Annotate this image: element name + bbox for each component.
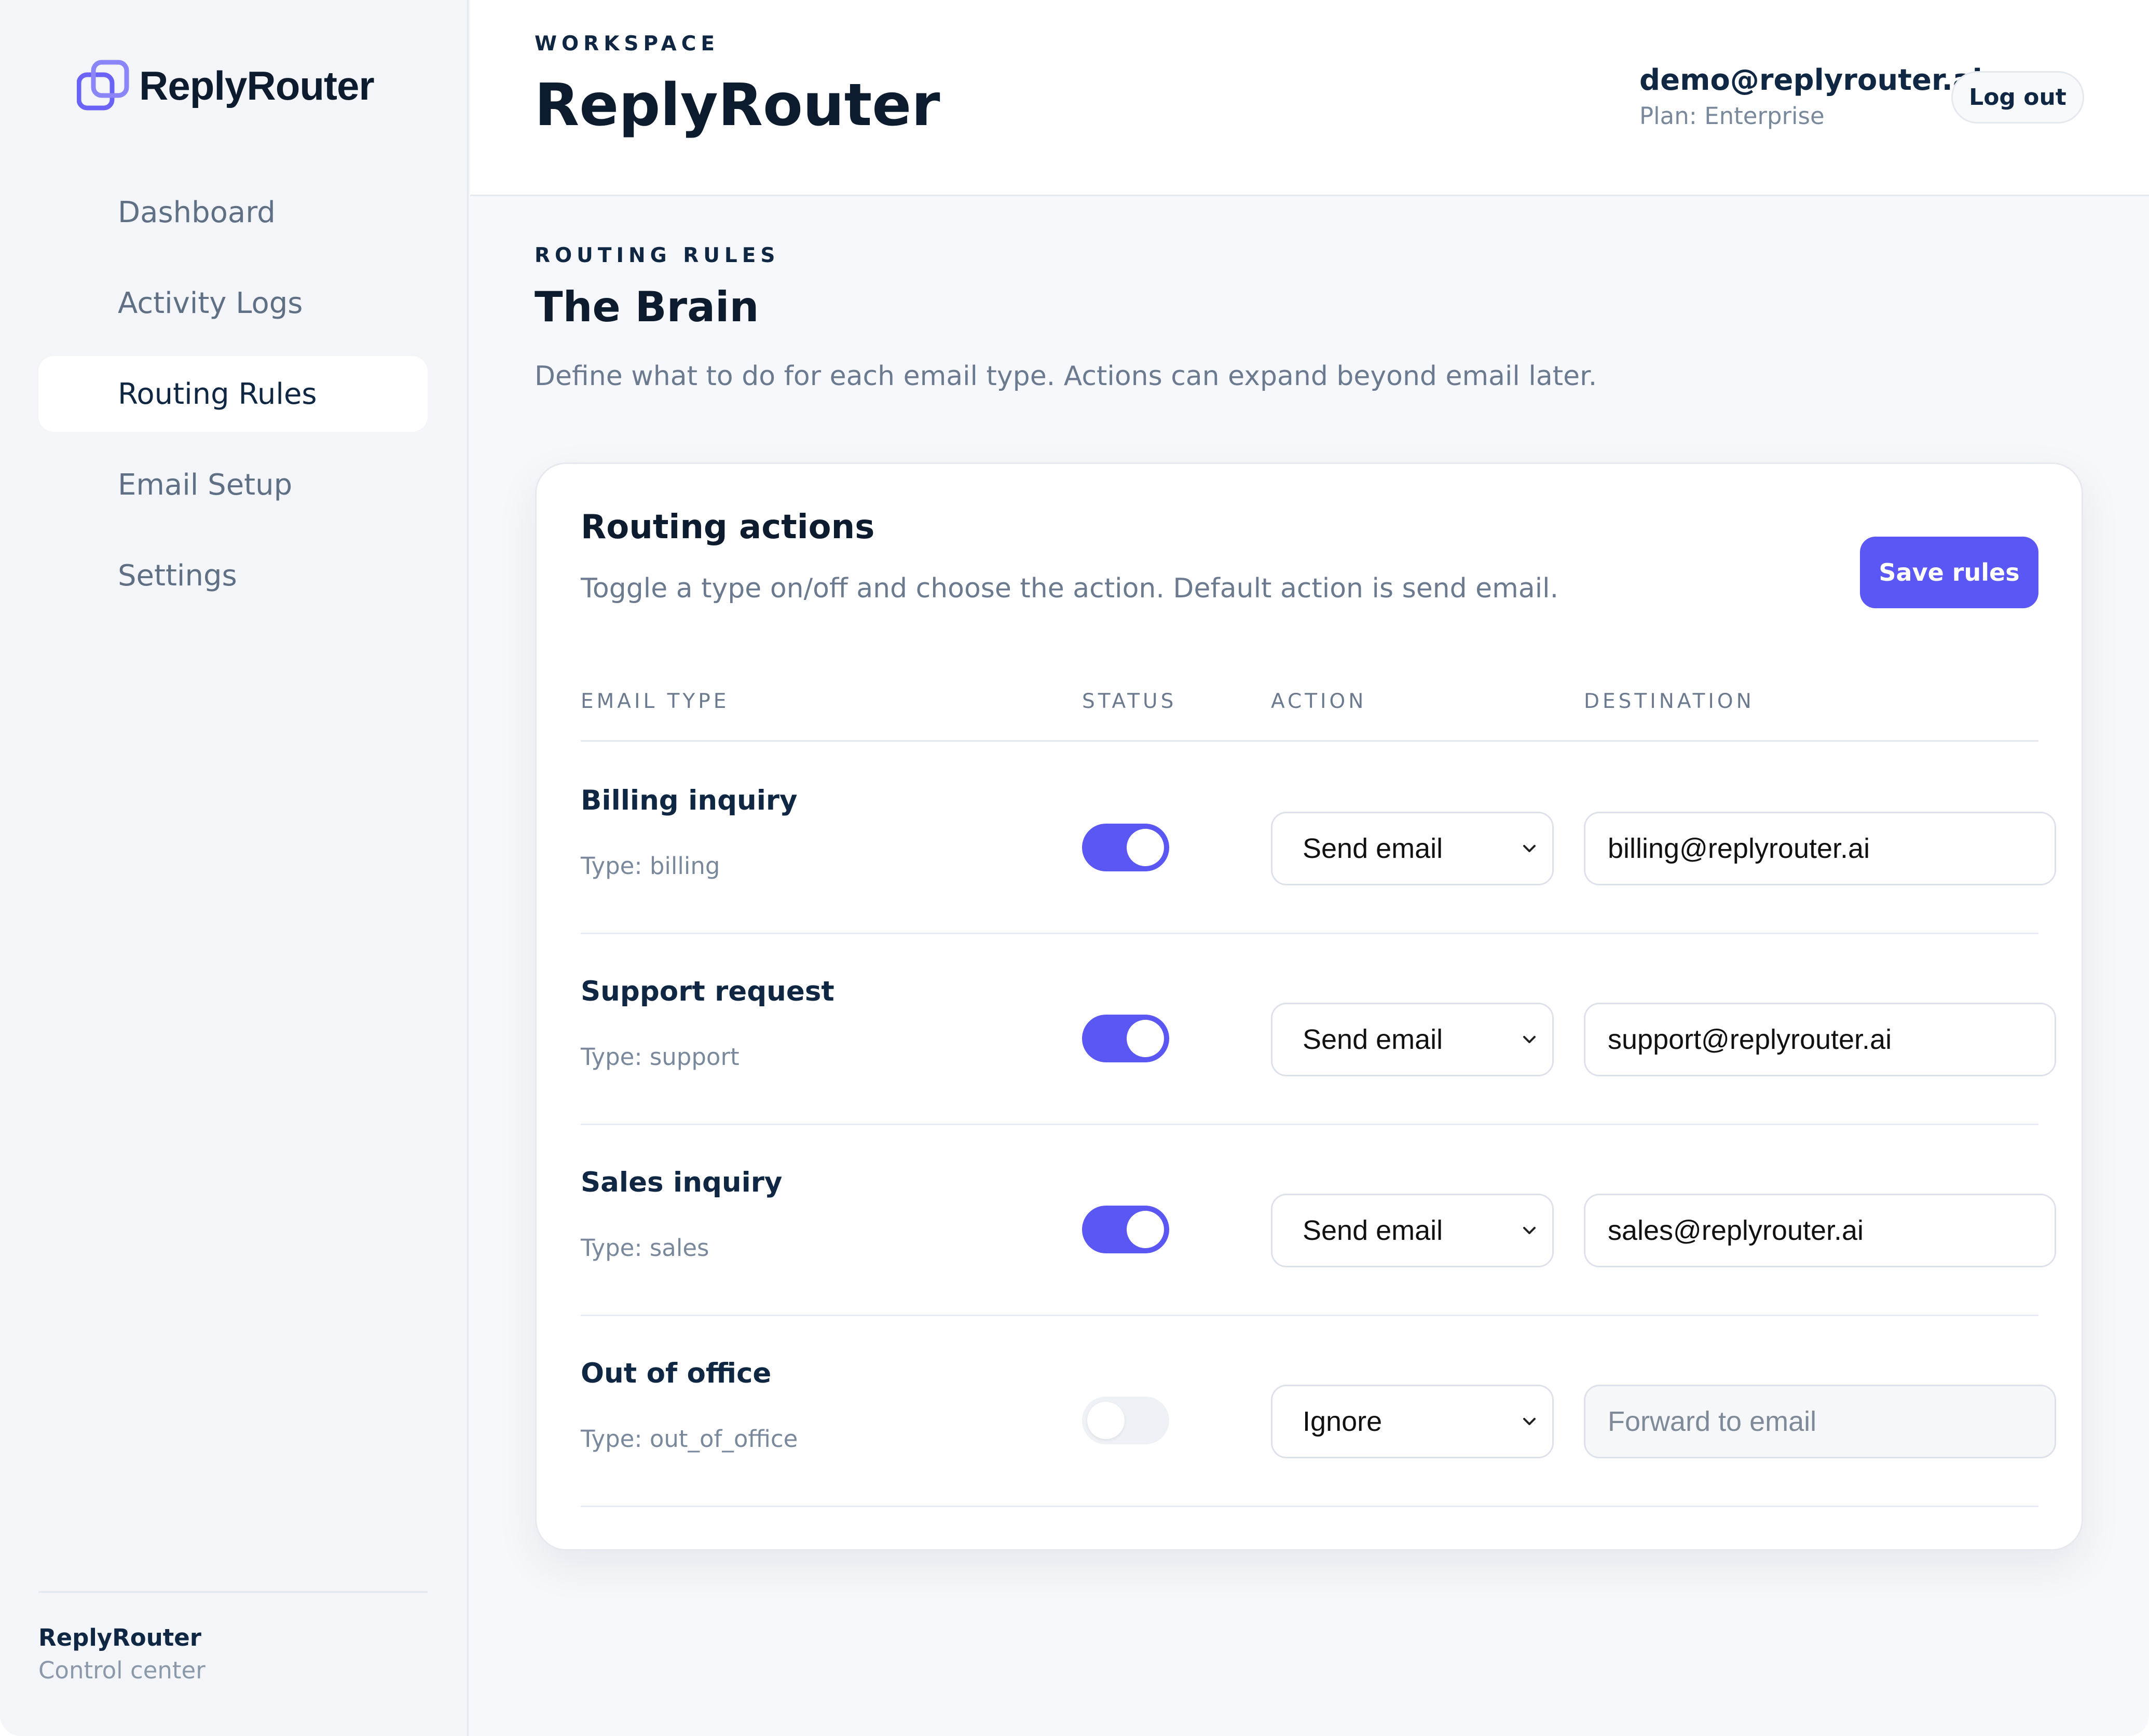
user-plan: Plan: Enterprise [1639,102,1825,130]
sidebar-nav: Dashboard Activity Logs Routing Rules Em… [38,174,428,628]
table-row: Support request Type: support Send email… [581,934,2056,1125]
status-toggle[interactable] [1082,1015,1169,1062]
sidebar-footer: ReplyRouter Control center [38,1591,428,1684]
action-select[interactable]: Ignore [1271,1385,1554,1458]
action-select[interactable]: Send email [1271,1194,1554,1267]
sidebar-item-settings[interactable]: Settings [38,538,428,613]
email-type-key: Type: support [581,1043,740,1071]
chevron-down-icon [1523,845,1536,852]
action-select-value: Send email [1303,833,1443,864]
destination-input[interactable]: support@replyrouter.ai [1584,1003,2056,1076]
page-title: ReplyRouter [535,72,940,139]
header-eyebrow: WORKSPACE [535,32,719,56]
chevron-down-icon [1523,1036,1536,1043]
user-email: demo@replyrouter.ai [1639,63,1982,97]
table-row: Billing inquiry Type: billing Send email… [581,743,2056,934]
action-select[interactable]: Send email [1271,812,1554,885]
card-title: Routing actions [581,508,875,546]
toggle-knob [1087,1402,1125,1439]
section-eyebrow: ROUTING RULES [535,244,780,267]
email-type-name: Out of office [581,1358,772,1389]
sidebar-item-dashboard[interactable]: Dashboard [38,174,428,250]
table-header: EMAIL TYPE STATUS ACTION DESTINATION [581,690,2038,742]
sidebar-item-email-setup[interactable]: Email Setup [38,447,428,523]
column-header-destination: DESTINATION [1584,690,1755,713]
toggle-knob [1127,1211,1164,1248]
section-description: Define what to do for each email type. A… [535,361,1597,392]
section-title: The Brain [535,283,759,331]
sidebar-footer-title: ReplyRouter [38,1624,201,1651]
chevron-down-icon [1523,1227,1536,1234]
destination-input[interactable]: sales@replyrouter.ai [1584,1194,2056,1267]
email-type-name: Sales inquiry [581,1167,783,1198]
email-type-key: Type: out_of_office [581,1425,798,1453]
sidebar: ReplyRouter Dashboard Activity Logs Rout… [0,0,469,1736]
app-window: ReplyRouter Dashboard Activity Logs Rout… [0,0,2149,1736]
email-type-name: Billing inquiry [581,785,798,816]
action-select-value: Ignore [1303,1406,1383,1437]
email-type-key: Type: billing [581,852,720,880]
table-row: Sales inquiry Type: sales Send email sal… [581,1125,2056,1316]
column-header-status: STATUS [1082,690,1177,713]
save-rules-button[interactable]: Save rules [1860,537,2038,608]
logout-button[interactable]: Log out [1951,71,2084,124]
logo-icon [76,59,130,112]
action-select-value: Send email [1303,1215,1443,1246]
status-toggle[interactable] [1082,824,1169,871]
destination-input[interactable]: billing@replyrouter.ai [1584,812,2056,885]
action-select[interactable]: Send email [1271,1003,1554,1076]
chevron-down-icon [1523,1418,1536,1425]
action-select-value: Send email [1303,1024,1443,1055]
destination-input[interactable]: Forward to email [1584,1385,2056,1458]
top-header: WORKSPACE ReplyRouter demo@replyrouter.a… [470,0,2149,196]
toggle-knob [1127,829,1164,866]
brand-logo[interactable]: ReplyRouter [76,59,375,112]
sidebar-footer-subtitle: Control center [38,1657,206,1684]
column-header-email-type: EMAIL TYPE [581,690,730,713]
email-type-key: Type: sales [581,1234,709,1262]
table-row: Out of office Type: out_of_office Ignore… [581,1316,2056,1507]
column-header-action: ACTION [1271,690,1367,713]
sidebar-item-activity-logs[interactable]: Activity Logs [38,265,428,341]
toggle-knob [1127,1020,1164,1057]
sidebar-item-routing-rules[interactable]: Routing Rules [38,356,428,432]
brand-name: ReplyRouter [139,62,375,108]
card-description: Toggle a type on/off and choose the acti… [581,573,1559,604]
email-type-name: Support request [581,976,834,1007]
routing-actions-card: Routing actions Toggle a type on/off and… [535,462,2083,1551]
status-toggle[interactable] [1082,1397,1169,1444]
user-info: demo@replyrouter.ai Plan: Enterprise [1639,63,1982,130]
status-toggle[interactable] [1082,1206,1169,1253]
